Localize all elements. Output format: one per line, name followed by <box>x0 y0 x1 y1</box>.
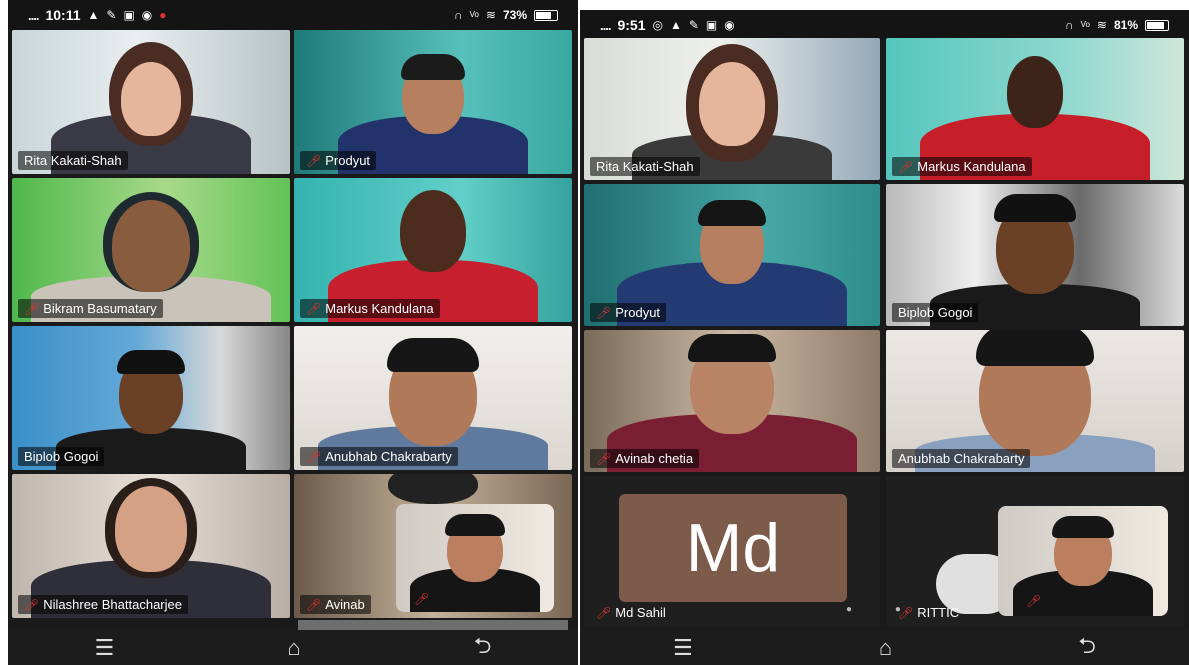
participant-name: 🎤︎ Md Sahil <box>596 605 666 620</box>
headphones-icon: ∩ <box>1064 18 1074 32</box>
mic-muted-icon: 🎤︎ <box>24 301 40 316</box>
battery-percent: 81% <box>1113 18 1138 32</box>
back-icon[interactable]: ⮌ <box>474 629 492 665</box>
clock: 10:11 <box>45 7 81 23</box>
participant-name: Rita Kakati-Shah <box>18 151 128 170</box>
mic-muted-icon: 🎤︎ <box>414 592 430 606</box>
mic-muted-icon: 🎤︎ <box>596 451 612 466</box>
signal-dots: .... <box>28 7 39 23</box>
status-bar: .... 9:51 ◎ ▲ ✎ ▣ ◉ ∩ Vo ≋ 81% <box>580 10 1189 40</box>
warning-icon: ▲ <box>669 18 682 32</box>
mic-muted-icon: 🎤︎ <box>24 597 40 612</box>
youtube-icon: ▣ <box>705 18 718 32</box>
nfc-icon: ✎ <box>688 18 699 32</box>
video-tile[interactable]: 🎤︎ Markus Kandulana <box>294 178 572 322</box>
video-tile[interactable]: Biplob Gogoi <box>886 184 1184 326</box>
video-tile[interactable]: 🎤︎ Prodyut <box>584 184 880 326</box>
back-icon[interactable]: ⮌ <box>1078 629 1096 665</box>
self-view[interactable]: 🎤︎ <box>998 506 1168 616</box>
app-icon: ◉ <box>141 8 153 22</box>
participant-name: 🎤︎ Markus Kandulana <box>892 157 1032 176</box>
participant-name: Rita Kakati-Shah <box>590 157 700 176</box>
video-tile[interactable]: 🎤︎ Nilashree Bhattacharjee <box>12 474 290 618</box>
avatar: Md <box>619 494 847 602</box>
video-tile[interactable]: Rita Kakati-Shah <box>12 30 290 174</box>
video-tile[interactable]: Rita Kakati-Shah <box>584 38 880 180</box>
participant-name: 🎤︎ Avinab chetia <box>590 449 700 468</box>
video-tile[interactable]: 🎤︎ Avinab chetia <box>584 330 880 472</box>
participant-name: 🎤︎ Prodyut <box>300 151 377 170</box>
battery-icon <box>534 9 558 21</box>
video-tile[interactable]: 🎤︎ Anubhab Chakrabarty <box>294 326 572 470</box>
mic-muted-icon: 🎤︎ <box>1026 594 1042 608</box>
home-icon[interactable]: ⌂ <box>879 635 892 661</box>
participant-name: 🎤︎ Anubhab Chakrabarty <box>300 447 458 466</box>
video-tile[interactable]: Anubhab Chakrabarty <box>886 330 1184 472</box>
left-phone-screen: .... 10:11 ▲ ✎ ▣ ◉ ● ∩ Vo ≋ 73% Rita Kak… <box>8 0 578 665</box>
app-icon: ◉ <box>724 18 735 32</box>
battery-percent: 73% <box>502 8 527 22</box>
participant-name: 🎤︎ Nilashree Bhattacharjee <box>18 595 188 614</box>
participant-name: 🎤︎ Bikram Basumatary <box>18 299 163 318</box>
wifi-icon: ≋ <box>485 8 496 22</box>
headphones-icon: ∩ <box>453 8 463 22</box>
video-tile[interactable]: 🎤︎ Bikram Basumatary <box>12 178 290 322</box>
youtube-icon: ▣ <box>123 8 135 22</box>
whatsapp-icon: ◎ <box>652 18 663 32</box>
mic-muted-icon: 🎤︎ <box>898 159 914 174</box>
warning-icon: ▲ <box>87 8 100 22</box>
page-indicator: ● ● <box>846 604 921 615</box>
self-view[interactable]: 🎤︎ <box>396 504 554 612</box>
mic-muted-icon: 🎤︎ <box>596 305 612 320</box>
participant-name: 🎤︎ Prodyut <box>590 303 667 322</box>
mic-muted-icon: 🎤︎ <box>596 605 612 620</box>
video-tile[interactable]: Md 🎤︎ Md Sahil <box>584 476 880 626</box>
volte-icon: Vo <box>469 10 479 19</box>
right-phone-screen: .... 9:51 ◎ ▲ ✎ ▣ ◉ ∩ Vo ≋ 81% Rita Kaka… <box>580 10 1189 665</box>
signal-dots: .... <box>600 17 611 33</box>
battery-icon <box>1145 19 1169 31</box>
mic-muted-icon: 🎤︎ <box>306 153 322 168</box>
video-tile[interactable]: 🎤︎ Markus Kandulana <box>886 38 1184 180</box>
partial-tile <box>298 620 568 630</box>
hamburger-icon[interactable]: ☰ <box>95 635 115 661</box>
mic-muted-icon: 🎤︎ <box>306 597 322 612</box>
participant-name: Anubhab Chakrabarty <box>892 449 1031 468</box>
volte-icon: Vo <box>1080 20 1090 29</box>
video-tile[interactable]: 🎤︎ Prodyut <box>294 30 572 174</box>
clock: 9:51 <box>617 17 646 33</box>
participant-name: 🎤︎ Markus Kandulana <box>300 299 440 318</box>
home-icon[interactable]: ⌂ <box>287 635 300 661</box>
participant-name: Biplob Gogoi <box>892 303 979 322</box>
hamburger-icon[interactable]: ☰ <box>673 635 693 661</box>
participant-name: Biplob Gogoi <box>18 447 105 466</box>
video-tile[interactable]: Biplob Gogoi <box>12 326 290 470</box>
wifi-icon: ≋ <box>1096 18 1107 32</box>
record-icon: ● <box>159 8 167 22</box>
android-nav-bar: ☰ ⌂ ⮌ <box>580 630 1189 665</box>
android-nav-bar: ☰ ⌂ ⮌ <box>8 630 578 665</box>
nfc-icon: ✎ <box>106 8 117 22</box>
mic-muted-icon: 🎤︎ <box>306 301 322 316</box>
participant-name: 🎤︎ Avinab <box>300 595 371 614</box>
status-bar: .... 10:11 ▲ ✎ ▣ ◉ ● ∩ Vo ≋ 73% <box>8 0 578 30</box>
mic-muted-icon: 🎤︎ <box>306 449 322 464</box>
